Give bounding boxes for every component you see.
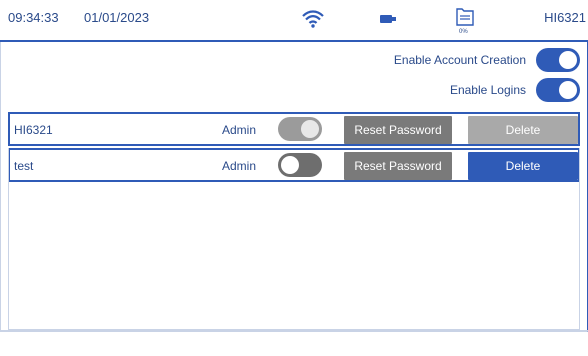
device-name: HI6321	[544, 10, 586, 25]
account-settings: Enable Account Creation Enable Logins	[8, 42, 580, 108]
wifi-icon	[302, 10, 324, 28]
user-role: Admin	[222, 123, 257, 137]
clock-date: 01/01/2023	[84, 10, 150, 25]
toggle-knob	[301, 120, 319, 138]
toggle-knob	[559, 51, 577, 69]
bottom-divider	[0, 330, 588, 331]
storage-percent: 0%	[459, 29, 468, 35]
toggle-knob	[559, 81, 577, 99]
enable-account-creation-row: Enable Account Creation	[394, 48, 580, 72]
enable-account-creation-toggle[interactable]	[536, 48, 580, 72]
delete-user-button[interactable]: Delete	[468, 116, 578, 144]
enable-logins-label: Enable Logins	[449, 83, 526, 97]
status-bar: 09:34:33 01/01/2023 0% HI6321	[0, 0, 588, 42]
user-enable-toggle[interactable]	[278, 117, 322, 141]
usb-icon	[380, 15, 396, 23]
clock-time: 09:34:33	[8, 10, 59, 25]
storage-icon	[456, 8, 474, 26]
enable-logins-row: Enable Logins	[450, 78, 580, 102]
user-name: HI6321	[14, 123, 53, 137]
user-list-empty-area	[8, 148, 580, 330]
enable-logins-toggle[interactable]	[536, 78, 580, 102]
enable-account-creation-label: Enable Account Creation	[393, 53, 526, 67]
reset-password-button[interactable]: Reset Password	[344, 116, 452, 144]
user-row-hi6321: HI6321 Admin Reset Password Delete	[8, 112, 580, 146]
